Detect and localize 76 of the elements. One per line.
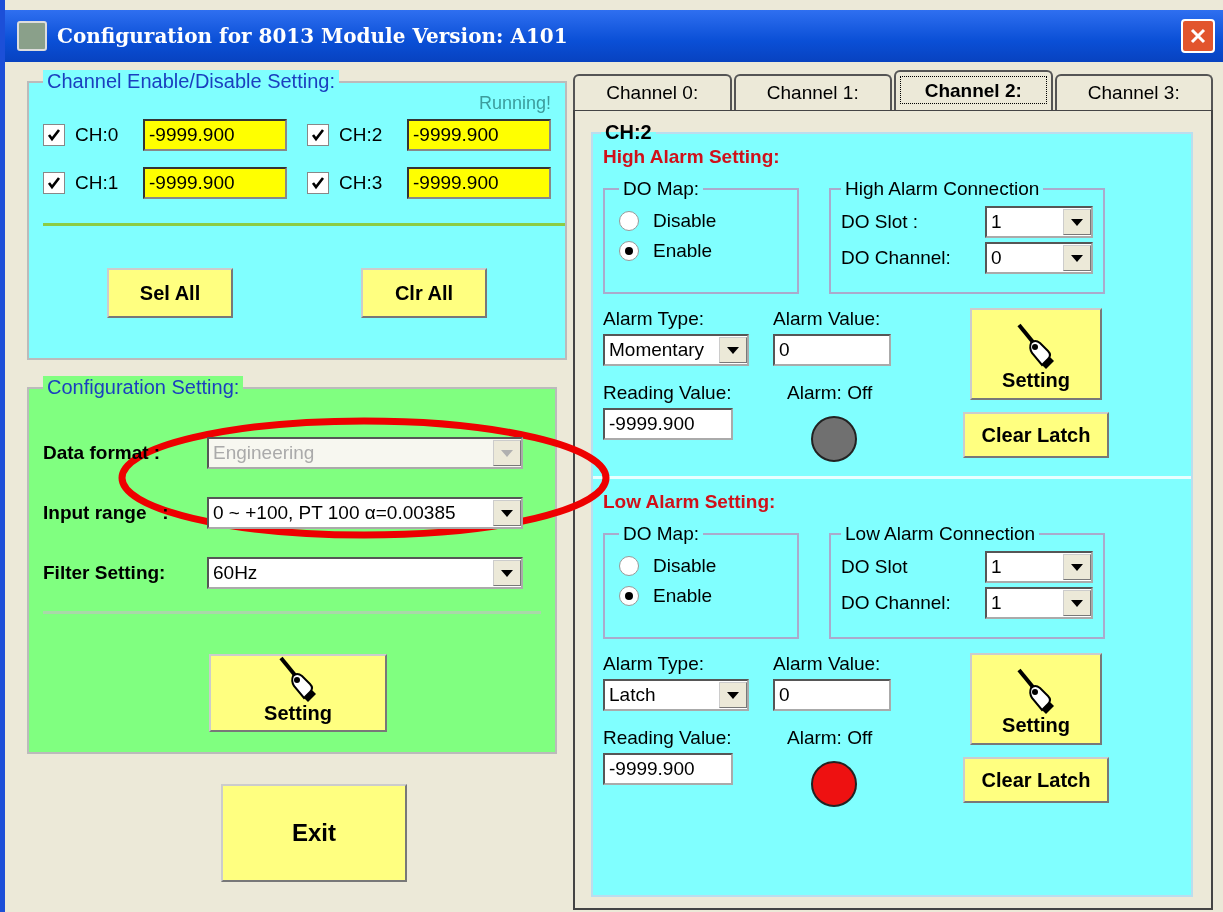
dropdown[interactable]: Momentary [603, 334, 749, 366]
radio-button[interactable] [619, 586, 639, 606]
radio-option[interactable]: Disable [619, 210, 783, 232]
alarm-value-field[interactable]: 0 [773, 334, 891, 366]
radio-button[interactable] [619, 241, 639, 261]
check-icon [47, 176, 61, 190]
alarm-status-text: Alarm: Off [787, 727, 873, 749]
field-label: DO Channel: [841, 247, 951, 269]
check-icon [311, 128, 325, 142]
action-button[interactable]: Sel All [107, 268, 233, 318]
radio-option[interactable]: Disable [619, 555, 783, 577]
field-label: Reading Value: [603, 727, 733, 749]
radio-option[interactable]: Enable [619, 240, 783, 262]
panel-legend: Channel Enable/Disable Setting: [43, 70, 339, 93]
checkbox[interactable] [43, 124, 65, 146]
close-icon [1189, 27, 1207, 45]
value-field: -9999.900 [143, 119, 287, 151]
tab[interactable]: Channel 3: [1054, 74, 1213, 110]
radio-button[interactable] [619, 211, 639, 231]
dropdown[interactable]: 1 [985, 551, 1093, 583]
channel-label: CH:3 [339, 172, 384, 194]
setting-button[interactable]: Setting [970, 653, 1102, 745]
alarm-status-text: Alarm: Off [787, 382, 873, 404]
field-label: Alarm Type: [603, 653, 706, 675]
dropdown[interactable]: Latch [603, 679, 749, 711]
radio-option[interactable]: Enable [619, 585, 783, 607]
setting-button[interactable]: Setting [970, 308, 1102, 400]
section-heading: High Alarm Setting: [603, 146, 781, 168]
window-title: Configuration for 8013 Module Version: A101 [57, 24, 569, 48]
clear-latch-button[interactable]: Clear Latch [963, 412, 1109, 458]
app-icon [17, 21, 47, 51]
tab[interactable]: Channel 2: [894, 70, 1053, 110]
field-label: Alarm Type: [603, 308, 706, 330]
value-field: -9999.900 [407, 167, 551, 199]
dropdown[interactable]: 0 [985, 242, 1093, 274]
field-label: Alarm Value: [773, 653, 881, 675]
close-button[interactable] [1181, 19, 1215, 53]
reading-field: -9999.900 [603, 408, 733, 440]
checkbox[interactable] [307, 124, 329, 146]
check-icon [47, 128, 61, 142]
section-heading: Low Alarm Setting: [603, 491, 777, 513]
alarm-value-field[interactable]: 0 [773, 679, 891, 711]
dropdown[interactable]: 1 [985, 206, 1093, 238]
group-legend: DO Map: [619, 178, 704, 200]
channel-label: CH:0 [75, 124, 120, 146]
radio-button[interactable] [619, 556, 639, 576]
action-button[interactable]: Clr All [361, 268, 487, 318]
group-legend: CH:2 [601, 121, 656, 144]
field-label: DO Channel: [841, 592, 951, 614]
clear-latch-button[interactable]: Clear Latch [963, 757, 1109, 803]
group-legend: Low Alarm Connection [841, 523, 1040, 545]
field-label: DO Slot [841, 556, 908, 578]
checkbox[interactable] [307, 172, 329, 194]
value-field: -9999.900 [407, 119, 551, 151]
checkbox[interactable] [43, 172, 65, 194]
reading-field: -9999.900 [603, 753, 733, 785]
group-legend: High Alarm Connection [841, 178, 1044, 200]
field-label: Input range : [43, 502, 170, 524]
channel-label: CH:1 [75, 172, 120, 194]
check-icon [311, 176, 325, 190]
tab[interactable]: Channel 1: [733, 74, 892, 110]
dropdown[interactable]: 60Hz [207, 557, 523, 589]
status-text: Running! [477, 93, 551, 115]
field-label: DO Slot : [841, 211, 919, 233]
setting-button[interactable]: Setting [209, 654, 387, 732]
dropdown[interactable]: 0 ~ +100, PT 100 α=0.00385 [207, 497, 523, 529]
value-field: -9999.900 [143, 167, 287, 199]
exit-button[interactable]: Exit [221, 784, 407, 882]
group-legend: DO Map: [619, 523, 704, 545]
tab[interactable]: Channel 0: [573, 74, 732, 110]
channel-label: CH:2 [339, 124, 384, 146]
field-label: Alarm Value: [773, 308, 881, 330]
field-label: Reading Value: [603, 382, 733, 404]
dropdown[interactable]: 1 [985, 587, 1093, 619]
panel-legend: Configuration Setting: [43, 376, 244, 399]
field-label: Filter Setting: [43, 562, 167, 584]
